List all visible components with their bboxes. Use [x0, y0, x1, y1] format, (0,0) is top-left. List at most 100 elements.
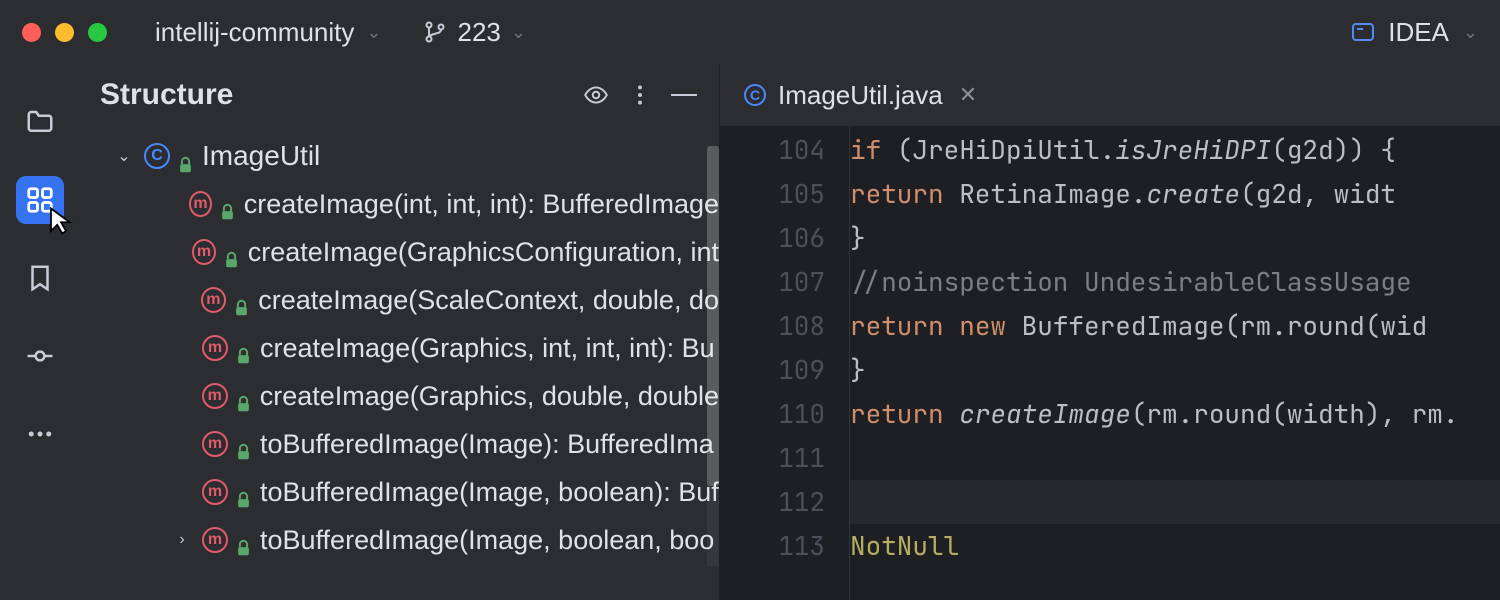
close-window-icon[interactable]	[22, 23, 41, 42]
line-number: 108	[720, 304, 825, 348]
method-signature: toBufferedImage(Image): BufferedIma	[260, 429, 714, 460]
branch-count: 223	[457, 17, 500, 48]
tree-method-node[interactable]: m createImage(int, int, int): BufferedIma…	[98, 180, 719, 228]
chevron-down-icon: ⌄	[366, 22, 381, 43]
commit-icon	[25, 341, 55, 371]
more-tools-button[interactable]	[16, 410, 64, 458]
method-signature: createImage(ScaleContext, double, do	[258, 285, 719, 316]
minimize-window-icon[interactable]	[55, 23, 74, 42]
scrollbar-thumb[interactable]	[707, 146, 719, 486]
title-bar: intellij-community ⌄ 223 ⌄ IDEA ⌄	[0, 0, 1500, 64]
close-tab-button[interactable]: ✕	[959, 82, 977, 108]
line-number: 107	[720, 260, 825, 304]
eye-icon	[583, 82, 609, 108]
method-badge-icon: m	[201, 287, 227, 313]
project-name: intellij-community	[155, 17, 354, 48]
structure-tool-button[interactable]	[16, 176, 64, 224]
chevron-right-icon[interactable]: ›	[172, 531, 192, 549]
structure-tree: ⌄ C ImageUtil m createImage(int, int, int…	[80, 132, 719, 564]
panel-title: Structure	[100, 78, 567, 112]
line-number: 109	[720, 348, 825, 392]
method-signature: toBufferedImage(Image, boolean, boo	[260, 525, 714, 556]
project-tool-button[interactable]	[16, 98, 64, 146]
code-line[interactable]	[850, 436, 1500, 480]
structure-scrollbar[interactable]	[707, 146, 719, 566]
tree-method-node[interactable]: m toBufferedImage(Image): BufferedIma	[98, 420, 719, 468]
mouse-cursor-icon	[46, 206, 76, 236]
tree-method-node[interactable]: m createImage(Graphics, int, int, int): B…	[98, 324, 719, 372]
product-selector[interactable]: IDEA ⌄	[1352, 17, 1478, 48]
method-badge-icon: m	[202, 335, 228, 361]
method-badge-icon: m	[189, 191, 212, 217]
line-number: 104	[720, 128, 825, 172]
method-signature: toBufferedImage(Image, boolean): Buf	[260, 477, 719, 508]
code-line[interactable]: return new BufferedImage(rm.round(wid	[850, 304, 1500, 348]
view-options-button[interactable]	[581, 80, 611, 110]
editor: C ImageUtil.java ✕ 104105106107108109110…	[720, 64, 1500, 600]
code-line[interactable]: if (JreHiDpiUtil.isJreHiDPI(g2d)) {	[850, 128, 1500, 172]
commit-tool-button[interactable]	[16, 332, 64, 380]
structure-header: Structure	[80, 64, 719, 132]
method-badge-icon: m	[202, 527, 228, 553]
chevron-down-icon: ⌄	[1463, 22, 1478, 43]
fullscreen-window-icon[interactable]	[88, 23, 107, 42]
editor-tabs: C ImageUtil.java ✕	[720, 64, 1500, 126]
minimize-icon	[671, 94, 697, 96]
lock-icon	[236, 389, 250, 403]
tree-method-node[interactable]: m createImage(ScaleContext, double, do	[98, 276, 719, 324]
line-number: 110	[720, 392, 825, 436]
line-number-gutter: 104105106107108109110111112113	[720, 126, 850, 600]
method-badge-icon: m	[202, 383, 228, 409]
class-badge-icon: C	[144, 143, 170, 169]
code-line[interactable]	[850, 480, 1500, 524]
method-signature: createImage(Graphics, double, double	[260, 381, 719, 412]
tree-method-node[interactable]: m createImage(GraphicsConfiguration, int	[98, 228, 719, 276]
method-signature: createImage(int, int, int): BufferedImag…	[244, 189, 719, 220]
lock-icon	[236, 533, 250, 547]
method-badge-icon: m	[192, 239, 215, 265]
code-line[interactable]: NotNull	[850, 524, 1500, 568]
tree-method-node[interactable]: m toBufferedImage(Image, boolean): Buf	[98, 468, 719, 516]
lock-icon	[236, 437, 250, 451]
bookmark-icon	[25, 263, 55, 293]
minimize-panel-button[interactable]	[669, 80, 699, 110]
product-name: IDEA	[1388, 17, 1449, 48]
lock-icon	[178, 149, 192, 163]
code-line[interactable]: }	[850, 348, 1500, 392]
tree-method-node[interactable]: m createImage(Graphics, double, double	[98, 372, 719, 420]
code-line[interactable]: return createImage(rm.round(width), rm.	[850, 392, 1500, 436]
lock-icon	[220, 197, 234, 211]
line-number: 105	[720, 172, 825, 216]
vcs-branch-widget[interactable]: 223 ⌄	[423, 17, 525, 48]
chevron-down-icon[interactable]: ⌄	[114, 146, 134, 166]
code-area[interactable]: 104105106107108109110111112113 if (JreHi…	[720, 126, 1500, 600]
line-number: 112	[720, 480, 825, 524]
tree-method-node[interactable]: › m toBufferedImage(Image, boolean, boo	[98, 516, 719, 564]
project-selector[interactable]: intellij-community ⌄	[155, 17, 381, 48]
line-number: 111	[720, 436, 825, 480]
panel-options-button[interactable]	[625, 80, 655, 110]
method-badge-icon: m	[202, 431, 228, 457]
code-line[interactable]: return RetinaImage.create(g2d, widt	[850, 172, 1500, 216]
lock-icon	[236, 485, 250, 499]
window-controls	[22, 23, 107, 42]
ide-icon	[1352, 23, 1374, 41]
chevron-down-icon: ⌄	[511, 22, 526, 43]
method-signature: createImage(Graphics, int, int, int): Bu	[260, 333, 715, 364]
more-vertical-icon	[627, 82, 653, 108]
lock-icon	[224, 245, 238, 259]
method-badge-icon: m	[202, 479, 228, 505]
code-line[interactable]: }	[850, 216, 1500, 260]
method-signature: createImage(GraphicsConfiguration, int	[248, 237, 719, 268]
folder-icon	[25, 107, 55, 137]
code-line[interactable]: //noinspection UndesirableClassUsage	[850, 260, 1500, 304]
tab-filename: ImageUtil.java	[778, 80, 943, 111]
class-name: ImageUtil	[202, 140, 320, 172]
code-text[interactable]: if (JreHiDpiUtil.isJreHiDPI(g2d)) {retur…	[850, 126, 1500, 600]
bookmarks-tool-button[interactable]	[16, 254, 64, 302]
tree-class-node[interactable]: ⌄ C ImageUtil	[98, 132, 719, 180]
lock-icon	[236, 341, 250, 355]
editor-tab[interactable]: C ImageUtil.java ✕	[744, 80, 977, 111]
class-badge-icon: C	[744, 84, 766, 106]
line-number: 113	[720, 524, 825, 568]
